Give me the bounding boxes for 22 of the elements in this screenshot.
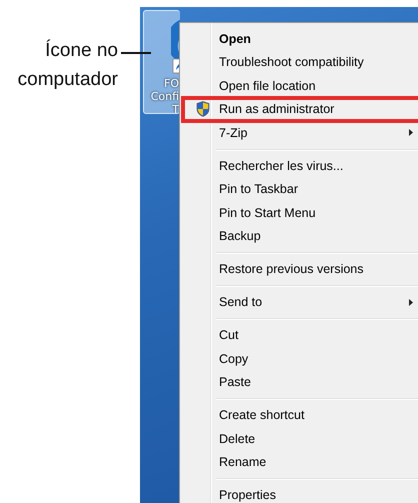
- menu-item[interactable]: Pin to Start Menu: [179, 201, 418, 224]
- menu-item[interactable]: Properties: [179, 484, 418, 503]
- menu-item[interactable]: Rename: [179, 450, 418, 474]
- menu-item[interactable]: Open file location: [179, 74, 418, 98]
- menu-item[interactable]: Restore previous versions: [179, 258, 418, 281]
- menu-item[interactable]: Send to: [179, 290, 418, 314]
- icon-label: T: [171, 103, 179, 113]
- menu-item[interactable]: Create shortcut: [179, 404, 418, 427]
- menu-item[interactable]: Copy: [179, 347, 418, 370]
- menu-item[interactable]: Paste: [179, 370, 418, 394]
- menu-item[interactable]: Open: [179, 27, 418, 50]
- menu-item[interactable]: Rechercher les virus...: [179, 154, 418, 178]
- menu-item[interactable]: Backup: [179, 224, 418, 248]
- icon-label: FO: [163, 77, 179, 90]
- menu-item[interactable]: 7-Zip: [179, 121, 418, 144]
- menu-item[interactable]: Pin to Taskbar: [179, 178, 418, 201]
- menu-item[interactable]: Cut: [179, 324, 418, 347]
- menu-item[interactable]: Troubleshoot compatibility: [179, 50, 418, 74]
- annotation-label: Ícone no computador: [16, 38, 118, 92]
- menu-item[interactable]: Run as administrator: [181, 96, 418, 123]
- menu-item[interactable]: Delete: [179, 427, 418, 450]
- icon-label: Confi: [150, 90, 179, 103]
